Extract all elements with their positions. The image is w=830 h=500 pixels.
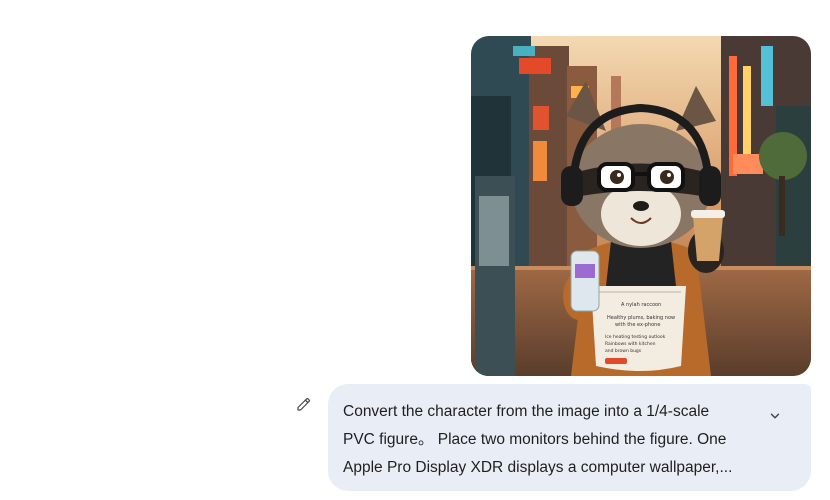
user-message-bubble: Convert the character from the image int… [328,384,811,491]
apron-text-line: Rainbows with kitchen [605,341,656,347]
apron-text-line: Ice heating testing outlook [605,334,666,340]
expand-message-button[interactable] [765,406,785,426]
apron-text-line: Healthy plums, baking now [607,315,675,321]
message-text: Convert the character from the image int… [343,398,763,482]
apron-text-line: with the ex-phone [615,322,660,328]
edit-message-button[interactable] [292,392,316,416]
message-line: Convert the character from the image int… [343,403,710,420]
chevron-down-icon [770,413,780,419]
apron-text-line: A nylah raccoon [621,302,661,308]
message-line: Apple Pro Display XDR displays a compute… [343,459,733,476]
chat-page: A nylah raccoon Healthy plums, baking no… [0,0,830,500]
pencil-icon [297,397,311,411]
raccoon-illustration: A nylah raccoon Healthy plums, baking no… [471,36,811,376]
uploaded-image[interactable]: A nylah raccoon Healthy plums, baking no… [471,36,811,376]
apron-text-line: and brown bugs [605,348,642,354]
message-line: PVC figure。 Place two monitors behind th… [343,431,727,448]
